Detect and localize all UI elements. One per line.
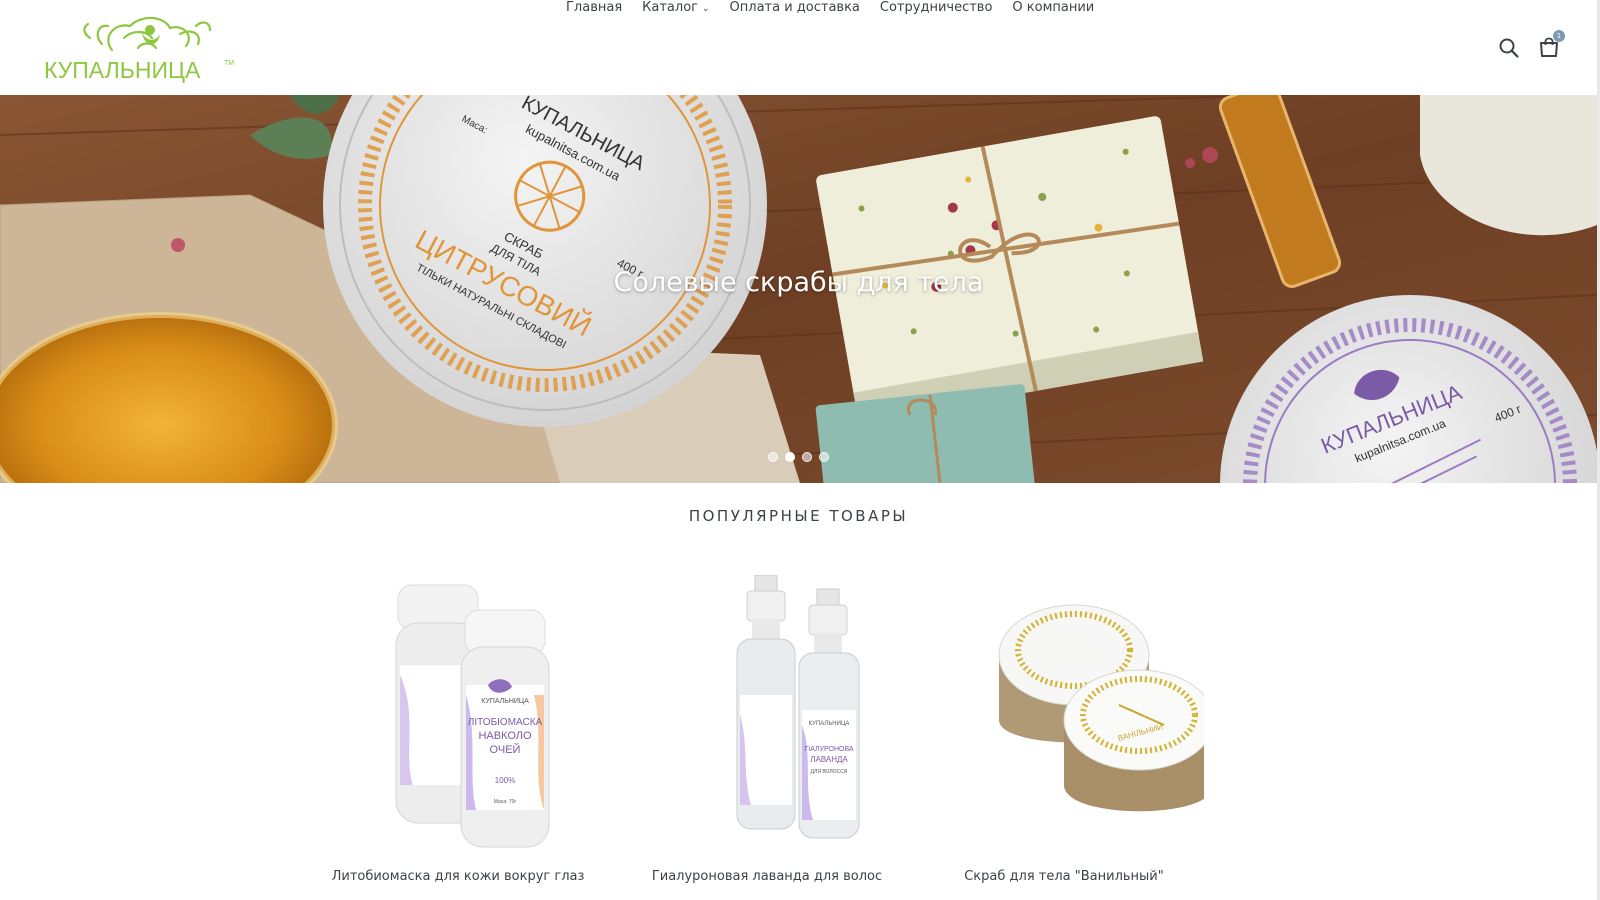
nav-about-label: О компании	[1012, 0, 1095, 15]
search-icon[interactable]	[1498, 37, 1520, 59]
slide-dot-2[interactable]	[785, 452, 795, 462]
nav-payment-delivery[interactable]: Оплата и доставка	[730, 0, 860, 15]
product-card-hyaluronic-lavender[interactable]: КУПАЛЬНИЦА ГІАЛУРОНОВА ЛАВАНДА ДЛЯ ВОЛОС…	[627, 575, 907, 890]
product1-label-title-3: ОЧЕЙ	[490, 743, 521, 756]
nav-home-label: Главная	[566, 0, 623, 15]
product-card-eye-mask[interactable]: КУПАЛЬНИЦА ЛІТОБІОМАСКА НАВКОЛО ОЧЕЙ 100…	[318, 575, 598, 890]
main-nav: Главная Каталог ⌄ Оплата и доставка Сотру…	[566, 0, 1114, 15]
product1-label-title-2: НАВКОЛО	[478, 730, 532, 742]
product1-label-title-1: ЛІТОБІОМАСКА	[468, 717, 543, 728]
product-card-vanilla-scrub[interactable]: ВАНІЛЬНИЙ Скраб для тела "Ванильный"	[924, 575, 1204, 890]
section-title-popular: ПОПУЛЯРНЫЕ ТОВАРЫ	[688, 507, 909, 525]
product2-label-title-1: ГІАЛУРОНОВА	[804, 746, 853, 753]
slide-dot-1[interactable]	[768, 452, 778, 462]
logo-tm: TM	[224, 60, 234, 67]
product1-label-mass: Маса: 70г	[494, 799, 517, 805]
nav-catalog[interactable]: Каталог ⌄	[642, 0, 709, 15]
chevron-down-icon: ⌄	[701, 3, 710, 14]
product2-label-brand: КУПАЛЬНИЦА	[809, 721, 850, 727]
product-name[interactable]: Литобиомаска для кожи вокруг глаз	[318, 869, 598, 884]
product1-label-pct: 100%	[495, 776, 515, 785]
hero-caption: Солевые скрабы для тела	[613, 267, 984, 298]
site-header: КУПАЛЬНИЦА TM Главная Каталог ⌄ Оплата и …	[0, 0, 1600, 95]
slideshow-dots	[0, 452, 1597, 462]
product-name[interactable]: Гиалуроновая лаванда для волос	[627, 869, 907, 884]
logo-text: КУПАЛЬНИЦА	[44, 57, 201, 83]
hero-slideshow[interactable]: kupalnitsa.com.ua КУПАЛЬНИЦА СКРАБ ДЛЯ Т…	[0, 95, 1597, 483]
nav-catalog-label: Каталог	[642, 0, 698, 15]
nav-payment-delivery-label: Оплата и доставка	[729, 0, 860, 15]
product2-label-title-3: ДЛЯ ВОЛОССЯ	[811, 769, 848, 775]
product1-label-brand: КУПАЛЬНИЦА	[481, 698, 529, 705]
product-image-vanilla-scrub[interactable]: ВАНІЛЬНИЙ	[924, 575, 1204, 850]
slide-dot-3[interactable]	[802, 452, 812, 462]
cart-count-badge: 1	[1553, 30, 1565, 42]
nav-cooperation[interactable]: Сотрудничество	[880, 0, 993, 15]
product-name[interactable]: Скраб для тела "Ванильный"	[924, 869, 1204, 884]
nav-cooperation-label: Сотрудничество	[879, 0, 993, 15]
product-image-hyaluronic-lavender[interactable]: КУПАЛЬНИЦА ГІАЛУРОНОВА ЛАВАНДА ДЛЯ ВОЛОС…	[627, 575, 907, 850]
product2-label-title-2: ЛАВАНДА	[810, 755, 848, 764]
nav-about[interactable]: О компании	[1012, 0, 1094, 15]
nav-home[interactable]: Главная	[566, 0, 622, 15]
brand-logo[interactable]: КУПАЛЬНИЦА TM	[42, 8, 242, 88]
slide-dot-4[interactable]	[819, 452, 829, 462]
product-image-eye-mask[interactable]: КУПАЛЬНИЦА ЛІТОБІОМАСКА НАВКОЛО ОЧЕЙ 100…	[318, 575, 598, 850]
